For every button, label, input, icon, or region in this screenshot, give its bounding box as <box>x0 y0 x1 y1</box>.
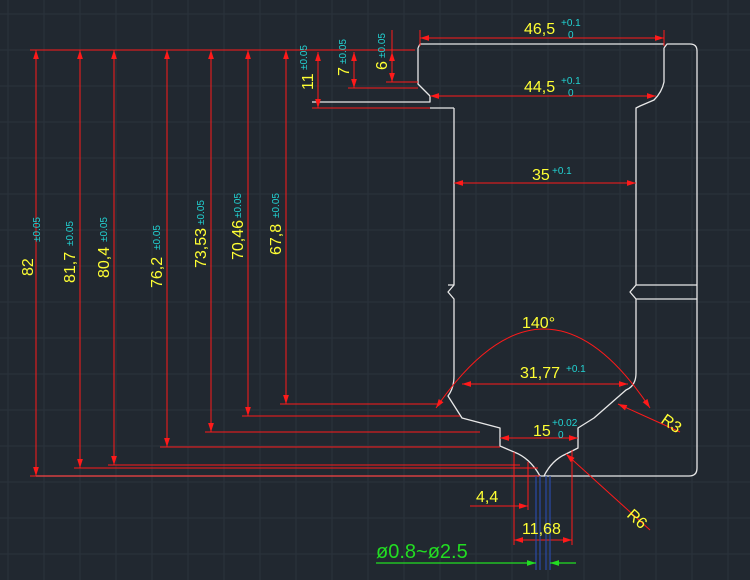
dim-6-label: 6 <box>374 61 391 70</box>
dim-817-tol: ±0.05 <box>65 221 76 246</box>
dim-804-tol: ±0.05 <box>99 217 110 242</box>
dim-7353-label: 73,53 <box>193 228 210 268</box>
background-grid <box>0 0 750 580</box>
dim-7046-tol: ±0.05 <box>233 193 244 218</box>
dim-762-label: 76,2 <box>149 257 166 288</box>
dim-445-label: 44,5 <box>524 79 555 96</box>
dim-7353-tol: ±0.05 <box>196 200 207 225</box>
radius-r6-label: R6 <box>623 506 650 532</box>
top-small-dimensions <box>312 30 430 109</box>
angle-140-label: 140° <box>522 315 555 332</box>
dim-678-label: 67,8 <box>268 224 285 255</box>
dim-3177-label: 31,77 <box>520 365 560 382</box>
dim-44-label: 4,4 <box>476 489 498 506</box>
vertical-labels: 82 ±0.05 81,7 ±0.05 80,4 ±0.05 76,2 ±0.0… <box>20 33 391 288</box>
dim-445-tol-up: +0.1 <box>561 76 581 87</box>
cad-drawing: 82 ±0.05 81,7 ±0.05 80,4 ±0.05 76,2 ±0.0… <box>0 0 750 580</box>
dim-465-tol-low: 0 <box>568 30 574 41</box>
dim-7-label: 7 <box>336 67 353 76</box>
dim-7046-label: 70,46 <box>230 220 247 260</box>
dim-817-label: 81,7 <box>62 252 79 283</box>
dim-35-tol: +0.1 <box>552 166 572 177</box>
dim-445-tol-low: 0 <box>568 88 574 99</box>
horizontal-labels: 46,5 +0.1 0 44,5 +0.1 0 35 +0.1 140° 31,… <box>376 18 684 563</box>
dim-762-tol: ±0.05 <box>152 225 163 250</box>
dim-7-tol: ±0.05 <box>338 39 349 64</box>
radius-r3-label: R3 <box>658 411 685 437</box>
dim-82-label: 82 <box>20 258 37 276</box>
dim-11-label: 11 <box>300 73 317 90</box>
dim-15-tol-up: +0.02 <box>552 418 578 429</box>
dim-1168-label: 11,68 <box>522 521 561 538</box>
dim-15-label: 15 <box>533 423 551 440</box>
dim-82-tol: ±0.05 <box>32 217 43 242</box>
dim-804-label: 80,4 <box>96 247 113 278</box>
dim-15-tol-low: 0 <box>558 430 564 441</box>
bore-range-label: ø0.8~ø2.5 <box>376 541 468 563</box>
dim-35-label: 35 <box>532 167 550 184</box>
dim-678-tol: ±0.05 <box>271 193 282 218</box>
dim-6-tol: ±0.05 <box>377 33 388 58</box>
part-outline <box>312 43 698 477</box>
dim-11-tol: ±0.05 <box>299 45 310 70</box>
dim-465-tol-up: +0.1 <box>561 18 581 29</box>
dim-3177-tol: +0.1 <box>566 364 586 375</box>
dim-465-label: 46,5 <box>524 21 555 38</box>
